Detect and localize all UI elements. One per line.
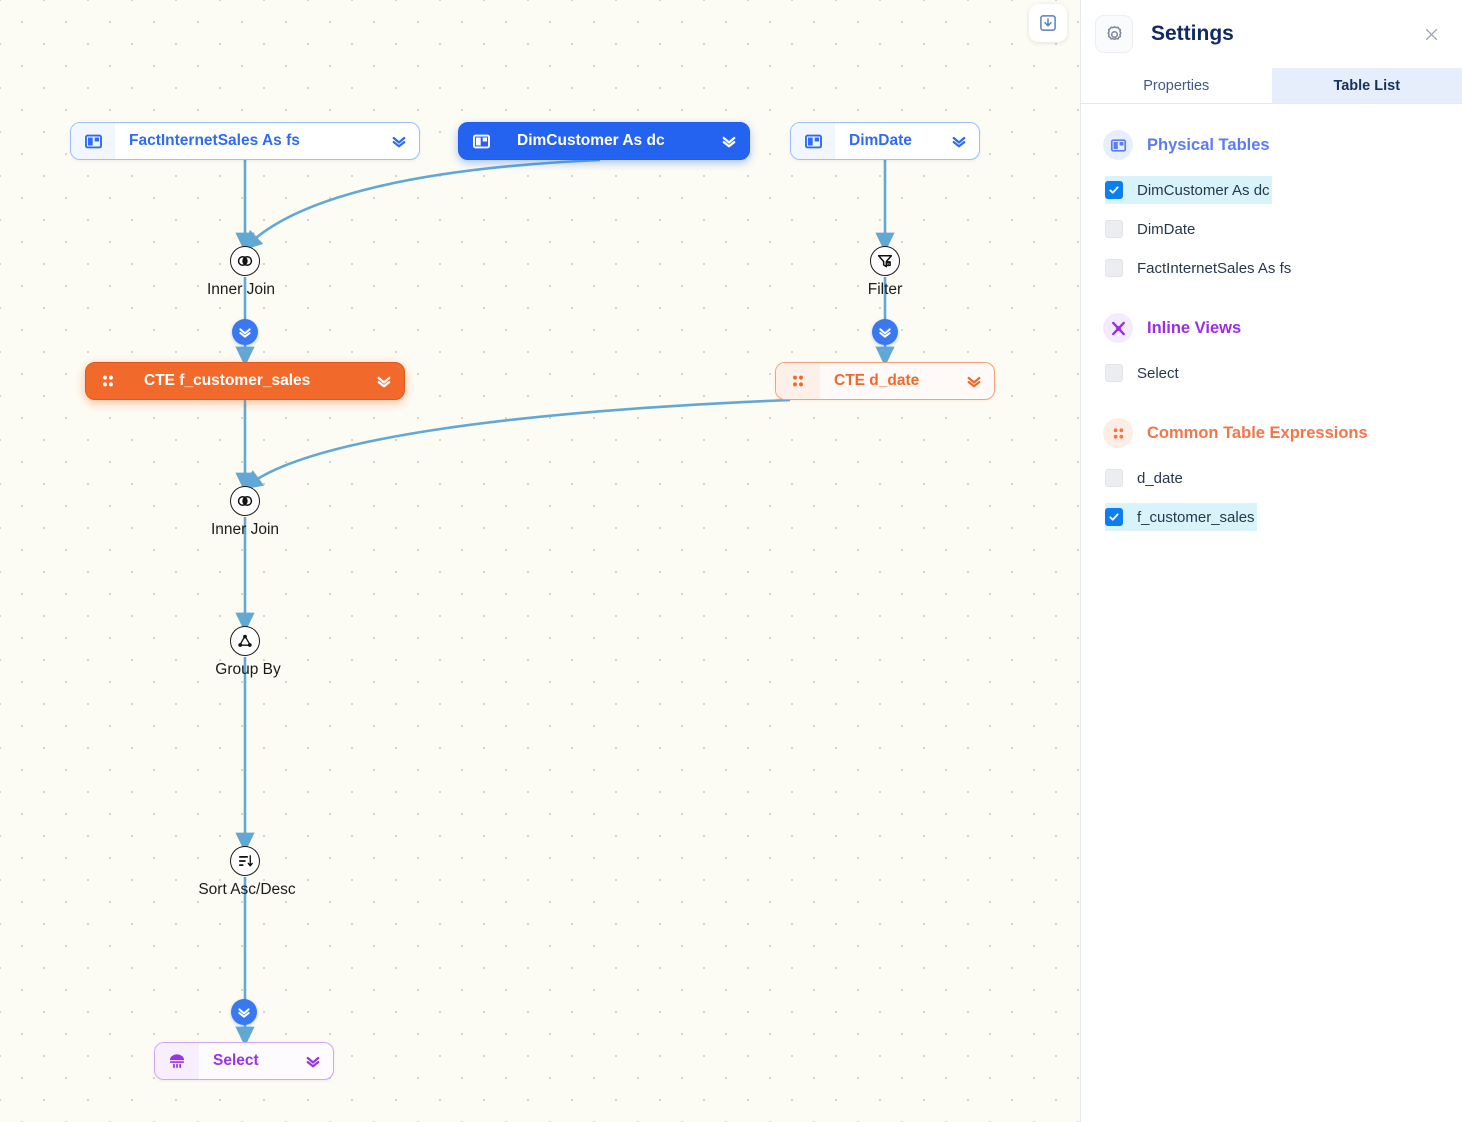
chevron-double-down-icon <box>237 324 253 340</box>
flow-canvas[interactable]: FactInternetSales As fs DimCustomer As d… <box>0 0 1080 1122</box>
tab-table-list[interactable]: Table List <box>1272 68 1462 103</box>
page-title: Settings <box>1151 22 1418 46</box>
table-list-item-dimdate[interactable]: DimDate <box>1105 215 1197 243</box>
sort-icon <box>236 852 254 870</box>
operator-inner-join-2[interactable] <box>230 486 260 516</box>
checkbox-checked[interactable] <box>1105 508 1123 526</box>
item-label: FactInternetSales As fs <box>1137 260 1291 277</box>
close-button[interactable] <box>1418 21 1444 47</box>
spacer <box>1081 293 1462 313</box>
chevron-double-down-icon[interactable] <box>364 363 404 399</box>
checkbox-checked[interactable] <box>1105 181 1123 199</box>
cte-dots-icon <box>1103 418 1133 448</box>
group-by-icon <box>236 632 254 650</box>
settings-tabs: Properties Table List <box>1081 68 1462 104</box>
checkbox-unchecked[interactable] <box>1105 259 1123 277</box>
settings-panel-header: Settings <box>1081 0 1462 68</box>
checkbox-unchecked[interactable] <box>1105 364 1123 382</box>
item-label: Select <box>1137 365 1179 382</box>
node-cte-d-date[interactable]: CTE d_date <box>775 362 995 400</box>
group-title: Inline Views <box>1147 319 1241 338</box>
operator-label-group-by: Group By <box>215 661 280 679</box>
edge-expander-1[interactable] <box>232 319 258 345</box>
group-title: Physical Tables <box>1147 136 1270 155</box>
group-title: Common Table Expressions <box>1147 424 1368 443</box>
operator-label-inner-join-1: Inner Join <box>207 281 275 299</box>
node-label: CTE d_date <box>820 363 954 399</box>
inner-join-icon <box>236 492 254 510</box>
table-icon <box>459 123 503 159</box>
node-cte-f-customer-sales[interactable]: CTE f_customer_sales <box>85 362 405 400</box>
operator-label-filter: Filter <box>868 281 902 299</box>
chevron-double-down-icon[interactable] <box>379 123 419 159</box>
inner-join-icon <box>236 252 254 270</box>
node-label: DimCustomer As dc <box>503 123 709 159</box>
node-label: CTE f_customer_sales <box>130 363 364 399</box>
item-label: d_date <box>1137 470 1183 487</box>
spacer <box>1081 398 1462 418</box>
chevron-double-down-icon[interactable] <box>709 123 749 159</box>
table-icon <box>1103 130 1133 160</box>
item-label: DimDate <box>1137 221 1195 238</box>
group-header-common-table-expressions: Common Table Expressions <box>1081 418 1462 448</box>
item-label: f_customer_sales <box>1137 509 1255 526</box>
table-list-item-f-customer-sales[interactable]: f_customer_sales <box>1105 503 1257 531</box>
table-list-item-dimcustomer[interactable]: DimCustomer As dc <box>1105 176 1272 204</box>
inline-view-icon <box>1103 313 1133 343</box>
gear-icon <box>1104 24 1125 45</box>
checkbox-unchecked[interactable] <box>1105 220 1123 238</box>
node-label: Select <box>199 1043 293 1079</box>
edge-layer <box>0 0 1080 1122</box>
select-icon <box>155 1043 199 1079</box>
node-dimcustomer[interactable]: DimCustomer As dc <box>458 122 750 160</box>
group-header-inline-views: Inline Views <box>1081 313 1462 343</box>
chevron-double-down-icon[interactable] <box>293 1043 333 1079</box>
cte-dots-icon <box>86 363 130 399</box>
settings-panel: Settings Properties Table List <box>1080 0 1462 1122</box>
node-factinternetsales[interactable]: FactInternetSales As fs <box>70 122 420 160</box>
operator-label-inner-join-2: Inner Join <box>211 521 279 539</box>
svg-text:n: n <box>887 261 889 266</box>
download-icon <box>1038 13 1058 33</box>
operator-inner-join-1[interactable] <box>230 246 260 276</box>
check-icon <box>1108 184 1120 196</box>
chevron-double-down-icon[interactable] <box>939 123 979 159</box>
gear-button[interactable] <box>1095 15 1133 53</box>
cte-dots-icon <box>776 363 820 399</box>
filter-icon: n <box>876 252 894 270</box>
table-icon <box>71 123 115 159</box>
group-header-physical-tables: Physical Tables <box>1081 130 1462 160</box>
chevron-double-down-icon <box>877 324 893 340</box>
edge-expander-2[interactable] <box>872 319 898 345</box>
operator-group-by[interactable] <box>230 626 260 656</box>
download-button[interactable] <box>1029 4 1067 42</box>
operator-label-sort: Sort Asc/Desc <box>198 881 295 899</box>
operator-filter[interactable]: n <box>870 246 900 276</box>
operator-sort[interactable] <box>230 846 260 876</box>
edge-expander-3[interactable] <box>231 999 257 1025</box>
check-icon <box>1108 511 1120 523</box>
table-list-item-select[interactable]: Select <box>1105 359 1181 387</box>
table-list-item-d-date[interactable]: d_date <box>1105 464 1185 492</box>
node-label: DimDate <box>835 123 939 159</box>
chevron-double-down-icon[interactable] <box>954 363 994 399</box>
table-list-body: Physical Tables DimCustomer As dc DimDat… <box>1081 104 1462 531</box>
item-label: DimCustomer As dc <box>1137 182 1270 199</box>
close-icon <box>1423 26 1440 43</box>
tab-properties[interactable]: Properties <box>1081 68 1272 103</box>
query-builder-app: FactInternetSales As fs DimCustomer As d… <box>0 0 1462 1122</box>
node-dimdate[interactable]: DimDate <box>790 122 980 160</box>
checkbox-unchecked[interactable] <box>1105 469 1123 487</box>
node-label: FactInternetSales As fs <box>115 123 379 159</box>
chevron-double-down-icon <box>236 1004 252 1020</box>
node-select[interactable]: Select <box>154 1042 334 1080</box>
table-list-item-factinternetsales[interactable]: FactInternetSales As fs <box>1105 254 1293 282</box>
table-icon <box>791 123 835 159</box>
